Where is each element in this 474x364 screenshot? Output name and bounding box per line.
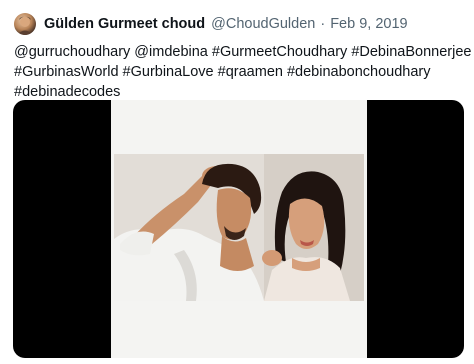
couple-photo-icon	[114, 154, 364, 301]
tweet-card: Gülden Gurmeet choud @ChoudGulden · Feb …	[0, 0, 474, 364]
author-handle[interactable]: @ChoudGulden	[211, 16, 315, 32]
author-name[interactable]: Gülden Gurmeet choud	[44, 16, 205, 32]
tweet-text-line: @gurruchoudhary @imdebina #GurmeetChoudh…	[14, 44, 472, 60]
tweet-text-line: #debinadecodes	[14, 84, 121, 100]
avatar-photo-icon	[17, 16, 33, 35]
tweet-header: Gülden Gurmeet choud @ChoudGulden · Feb …	[44, 13, 408, 35]
tweet-date[interactable]: Feb 9, 2019	[330, 16, 407, 32]
media-photo	[114, 154, 364, 301]
author-avatar[interactable]	[14, 13, 36, 35]
separator-dot: ·	[320, 16, 326, 32]
tweet-text: @gurruchoudhary @imdebina #GurmeetChoudh…	[14, 42, 472, 102]
tweet-text-line: #GurbinasWorld #GurbinaLove #qraamen #de…	[14, 64, 431, 80]
video-frame	[111, 100, 367, 358]
tweet-media[interactable]	[13, 100, 464, 358]
